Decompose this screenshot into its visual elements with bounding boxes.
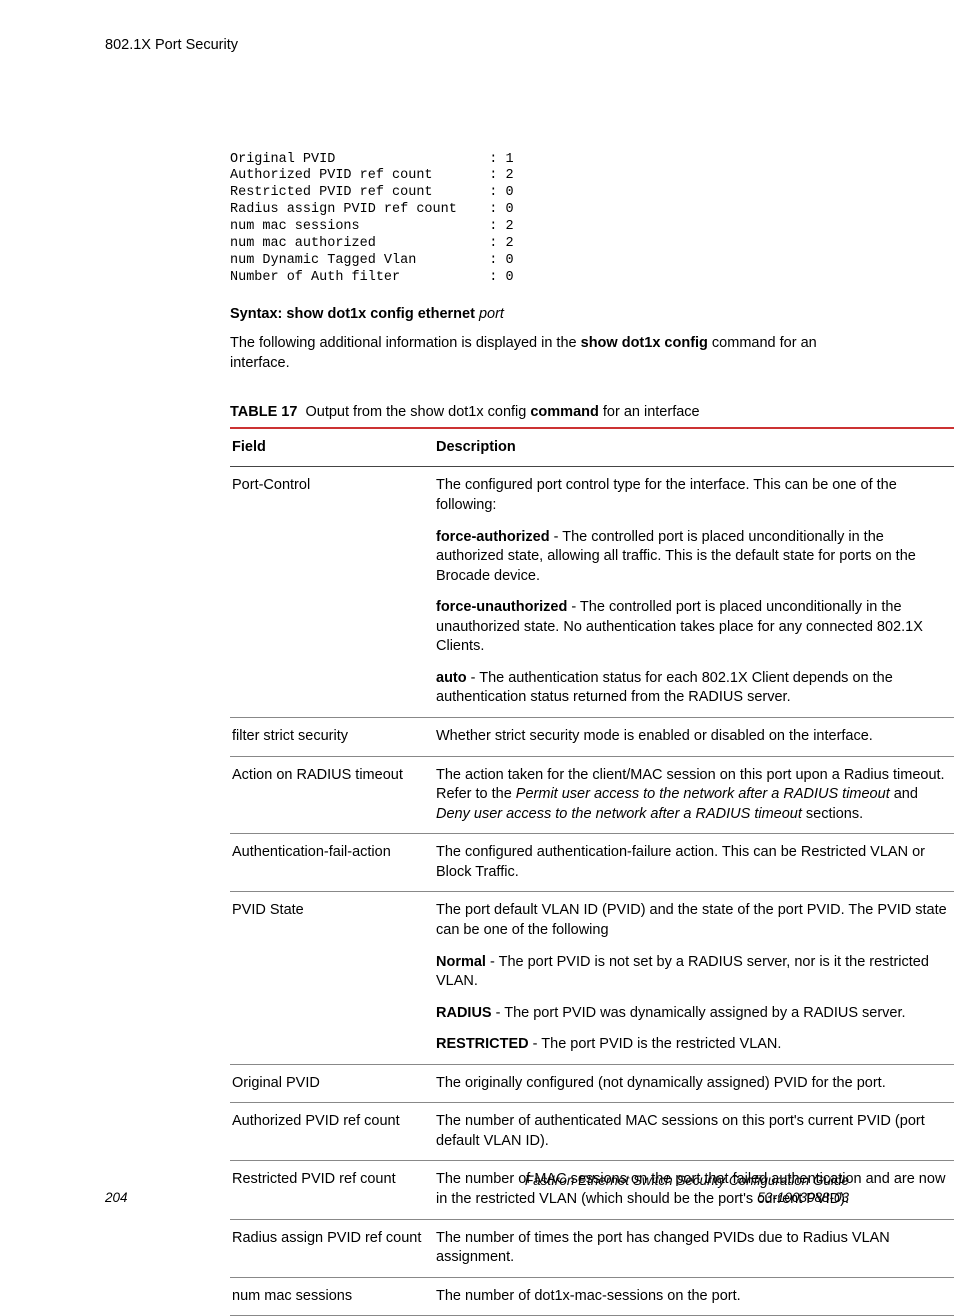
description-para: Normal - The port PVID is not set by a R… bbox=[436, 953, 949, 992]
table-caption-bold: command bbox=[530, 404, 599, 420]
table-row: Action on RADIUS timeoutThe action taken… bbox=[230, 756, 954, 834]
description-cell: The originally configured (not dynamical… bbox=[434, 1064, 954, 1103]
description-cell: The number of authenticated MAC sessions… bbox=[434, 1103, 954, 1161]
table-caption-post: for an interface bbox=[599, 404, 700, 420]
code-block: Original PVID : 1 Authorized PVID ref co… bbox=[105, 152, 849, 287]
description-para: force-authorized - The controlled port i… bbox=[436, 528, 949, 587]
running-header: 802.1X Port Security bbox=[105, 36, 849, 56]
table-row: Port-ControlThe configured port control … bbox=[230, 467, 954, 718]
description-para: The configured authentication-failure ac… bbox=[436, 843, 949, 882]
col-field: Field bbox=[230, 428, 434, 467]
syntax-arg: port bbox=[479, 306, 504, 322]
description-cell: The configured authentication-failure ac… bbox=[434, 834, 954, 892]
description-para: auto - The authentication status for eac… bbox=[436, 669, 949, 708]
description-para: The action taken for the client/MAC sess… bbox=[436, 766, 949, 825]
table-row: Authentication-fail-actionThe configured… bbox=[230, 834, 954, 892]
description-para: The port default VLAN ID (PVID) and the … bbox=[436, 901, 949, 940]
description-cell: The action taken for the client/MAC sess… bbox=[434, 756, 954, 834]
page-footer: 204 FastIron Ethernet Switch Security Co… bbox=[105, 1173, 849, 1207]
description-cell: The port default VLAN ID (PVID) and the … bbox=[434, 892, 954, 1064]
description-para: The number of dot1x-mac-sessions on the … bbox=[436, 1287, 949, 1307]
description-cell: The number of times the port has changed… bbox=[434, 1219, 954, 1277]
field-cell: Action on RADIUS timeout bbox=[230, 756, 434, 834]
description-para: force-unauthorized - The controlled port… bbox=[436, 598, 949, 657]
table-row: PVID StateThe port default VLAN ID (PVID… bbox=[230, 892, 954, 1064]
field-cell: Original PVID bbox=[230, 1064, 434, 1103]
syntax-label: Syntax: show dot1x config ethernet bbox=[230, 306, 475, 322]
description-para: The number of times the port has changed… bbox=[436, 1229, 949, 1268]
col-description: Description bbox=[434, 428, 954, 467]
footer-title-1: FastIron Ethernet Switch Security Config… bbox=[525, 1173, 849, 1190]
field-cell: Radius assign PVID ref count bbox=[230, 1219, 434, 1277]
description-cell: The number of dot1x-mac-sessions on the … bbox=[434, 1277, 954, 1316]
follow-cmd: show dot1x config bbox=[581, 335, 708, 351]
field-cell: num mac sessions bbox=[230, 1277, 434, 1316]
follow-pre: The following additional information is … bbox=[230, 335, 581, 351]
description-para: RESTRICTED - The port PVID is the restri… bbox=[436, 1035, 949, 1055]
table-row: Radius assign PVID ref countThe number o… bbox=[230, 1219, 954, 1277]
page-number: 204 bbox=[105, 1189, 128, 1207]
table-row: filter strict securityWhether strict sec… bbox=[230, 718, 954, 757]
table-row: num mac sessionsThe number of dot1x-mac-… bbox=[230, 1277, 954, 1316]
description-para: The configured port control type for the… bbox=[436, 476, 949, 515]
table-row: Original PVIDThe originally configured (… bbox=[230, 1064, 954, 1103]
table-caption-pre: Output from the show dot1x config bbox=[305, 404, 530, 420]
description-para: RADIUS - The port PVID was dynamically a… bbox=[436, 1004, 949, 1024]
syntax-line: Syntax: show dot1x config ethernet port bbox=[105, 305, 849, 325]
table-caption: TABLE 17 Output from the show dot1x conf… bbox=[105, 403, 849, 423]
table-number: TABLE 17 bbox=[230, 404, 297, 420]
description-para: Whether strict security mode is enabled … bbox=[436, 727, 949, 747]
table-header-row: Field Description bbox=[230, 428, 954, 467]
field-cell: Port-Control bbox=[230, 467, 434, 718]
description-para: The number of authenticated MAC sessions… bbox=[436, 1112, 949, 1151]
field-cell: filter strict security bbox=[230, 718, 434, 757]
field-cell: Authentication-fail-action bbox=[230, 834, 434, 892]
description-cell: Whether strict security mode is enabled … bbox=[434, 718, 954, 757]
description-cell: The configured port control type for the… bbox=[434, 467, 954, 718]
follow-text: The following additional information is … bbox=[105, 334, 849, 373]
footer-title: FastIron Ethernet Switch Security Config… bbox=[525, 1173, 849, 1207]
description-para: The originally configured (not dynamical… bbox=[436, 1074, 949, 1094]
footer-title-2: 53-1003088-03 bbox=[525, 1190, 849, 1207]
field-cell: Authorized PVID ref count bbox=[230, 1103, 434, 1161]
field-cell: PVID State bbox=[230, 892, 434, 1064]
table-row: Authorized PVID ref countThe number of a… bbox=[230, 1103, 954, 1161]
